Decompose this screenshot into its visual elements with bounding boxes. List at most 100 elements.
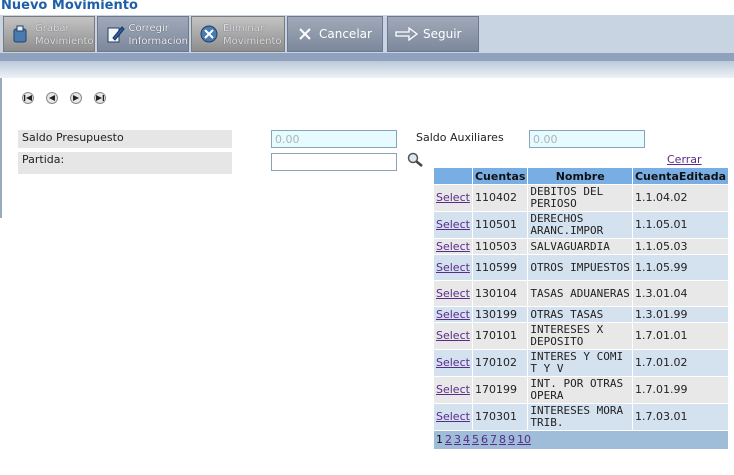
- column-header-nombre: Nombre: [527, 167, 633, 185]
- select-link[interactable]: Select: [436, 410, 470, 423]
- partida-label: Partida:: [18, 152, 232, 174]
- toolbar: Grabar Movimiento Corregir Informacion Eli…: [0, 15, 734, 53]
- cuenta-editada-cell: 1.3.01.99: [631, 306, 730, 323]
- corregir-label-1: Corregir: [128, 23, 169, 34]
- select-link[interactable]: Select: [436, 218, 470, 231]
- prev-icon[interactable]: [46, 92, 58, 104]
- pager: 1 2 3 4 5 6 7 8 9 10: [433, 430, 729, 450]
- column-header-select: [433, 167, 473, 185]
- table-row: Select 110503 SALVAGUARDIA 1.1.05.03: [433, 238, 730, 255]
- select-link[interactable]: Select: [436, 191, 470, 204]
- select-cell: Select: [433, 184, 473, 212]
- cuenta-cell: 170102: [471, 349, 529, 377]
- cancelar-label: Cancelar: [319, 27, 372, 41]
- nombre-cell: INTERESES X DEPOSITO: [527, 322, 633, 350]
- nombre-cell: SALVAGUARDIA: [527, 238, 633, 255]
- last-icon[interactable]: [94, 92, 106, 104]
- pager-row: 1 2 3 4 5 6 7 8 9 10: [433, 430, 729, 450]
- left-border: [0, 78, 2, 218]
- saldo-auxiliares-label: Saldo Auxiliares: [416, 131, 504, 144]
- cuenta-cell: 170199: [471, 376, 529, 404]
- pager-link[interactable]: 8: [499, 433, 506, 446]
- seguir-button[interactable]: Seguir: [387, 16, 479, 52]
- nombre-cell: OTROS IMPUESTOS: [527, 254, 633, 281]
- column-header-cuentas: Cuentas: [471, 167, 529, 185]
- select-cell: Select: [433, 349, 473, 377]
- pager-link[interactable]: 2: [445, 433, 452, 446]
- select-link[interactable]: Select: [436, 287, 470, 300]
- corregir-label-2: Informacion: [128, 36, 188, 47]
- select-link[interactable]: Select: [436, 261, 470, 274]
- cuenta-editada-cell: 1.1.04.02: [631, 184, 730, 212]
- x-icon: [294, 23, 316, 45]
- pager-link[interactable]: 10: [517, 433, 531, 446]
- select-link[interactable]: Select: [436, 240, 470, 253]
- cuenta-editada-cell: 1.7.01.99: [631, 376, 730, 404]
- cuenta-editada-cell: 1.1.05.99: [631, 254, 730, 281]
- cuentas-table: Cuentas Nombre CuentaEditada Select 11040…: [433, 167, 730, 450]
- first-icon[interactable]: [22, 92, 34, 104]
- cuenta-editada-cell: 1.1.05.03: [631, 238, 730, 255]
- select-cell: Select: [433, 376, 473, 404]
- grabar-movimiento-button[interactable]: Grabar Movimiento: [3, 16, 95, 52]
- saldo-presupuesto-label: Saldo Presupuesto: [18, 130, 232, 148]
- nombre-cell: OTRAS TASAS: [527, 306, 633, 323]
- select-cell: Select: [433, 403, 473, 431]
- eliminar-movimiento-button[interactable]: Eliminar Movimiento: [191, 16, 285, 52]
- table-row: Select 130199 OTRAS TASAS 1.3.01.99: [433, 306, 730, 323]
- saldo-presupuesto-field[interactable]: [271, 130, 397, 148]
- edit-icon: [104, 23, 126, 45]
- table-row: Select 170102 INTERES Y COMI T Y V 1.7.01.0…: [433, 349, 730, 377]
- cuenta-cell: 110503: [471, 238, 529, 255]
- select-cell: Select: [433, 238, 473, 255]
- grabar-label-2: Movimiento: [35, 36, 94, 47]
- delete-icon: [198, 23, 220, 45]
- select-link[interactable]: Select: [436, 329, 470, 342]
- seguir-label: Seguir: [423, 27, 462, 41]
- select-link[interactable]: Select: [436, 356, 470, 369]
- cerrar-link[interactable]: Cerrar: [667, 153, 702, 166]
- nombre-cell: TASAS ADUANERAS: [527, 280, 633, 307]
- partida-input[interactable]: [271, 153, 397, 171]
- select-cell: Select: [433, 254, 473, 281]
- table-row: Select 110402 DEBITOS DEL PERIOSO 1.1.04.02: [433, 184, 730, 212]
- nombre-cell: INTERESES MORA TRIB.: [527, 403, 633, 431]
- table-row: Select 130104 TASAS ADUANERAS 1.3.01.04: [433, 280, 730, 307]
- header-band-top: [0, 53, 734, 61]
- pager-link[interactable]: 7: [490, 433, 497, 446]
- table-row: Select 110501 DERECHOS ARANC.IMPOR 1.1.05.0…: [433, 211, 730, 239]
- eliminar-label-2: Movimiento: [223, 36, 282, 47]
- pager-link[interactable]: 9: [508, 433, 515, 446]
- pager-link[interactable]: 3: [454, 433, 461, 446]
- cuenta-cell: 130104: [471, 280, 529, 307]
- cuenta-cell: 110599: [471, 254, 529, 281]
- cuenta-cell: 130199: [471, 306, 529, 323]
- table-row: Select 170301 INTERESES MORA TRIB. 1.7.03.0…: [433, 403, 730, 431]
- cuenta-editada-cell: 1.7.01.02: [631, 349, 730, 377]
- cuenta-editada-cell: 1.1.05.01: [631, 211, 730, 239]
- save-icon: [10, 23, 32, 45]
- pager-link[interactable]: 4: [463, 433, 470, 446]
- pager-link[interactable]: 5: [472, 433, 479, 446]
- select-link[interactable]: Select: [436, 383, 470, 396]
- cuenta-editada-cell: 1.3.01.04: [631, 280, 730, 307]
- pager-current-page: 1: [436, 433, 443, 446]
- nombre-cell: INTERES Y COMI T Y V: [527, 349, 633, 377]
- table-row: Select 110599 OTROS IMPUESTOS 1.1.05.99: [433, 254, 730, 281]
- saldo-auxiliares-field[interactable]: [529, 130, 645, 148]
- cuenta-cell: 110501: [471, 211, 529, 239]
- eliminar-label-1: Eliminar: [223, 23, 264, 34]
- corregir-informacion-button[interactable]: Corregir Informacion: [97, 16, 189, 52]
- next-icon[interactable]: [70, 92, 82, 104]
- table-header-row: Cuentas Nombre CuentaEditada: [433, 167, 730, 185]
- magnifier-icon[interactable]: [407, 152, 425, 171]
- cuenta-cell: 110402: [471, 184, 529, 212]
- pager-link[interactable]: 6: [481, 433, 488, 446]
- select-cell: Select: [433, 211, 473, 239]
- arrow-right-icon: [394, 23, 420, 45]
- cuenta-cell: 170101: [471, 322, 529, 350]
- select-link[interactable]: Select: [436, 308, 470, 321]
- select-cell: Select: [433, 306, 473, 323]
- page-title: Nuevo Movimiento: [1, 0, 138, 13]
- cancelar-button[interactable]: Cancelar: [287, 16, 383, 52]
